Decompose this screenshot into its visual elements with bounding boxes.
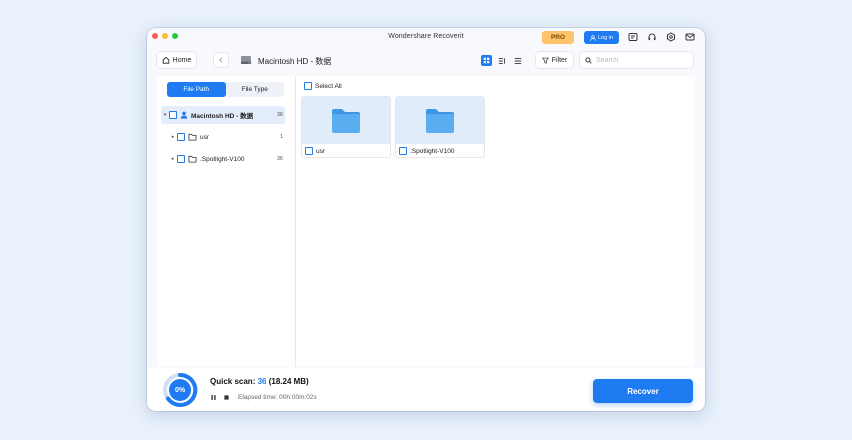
scan-status: Quick scan: 36 (18.24 MB) <box>210 377 309 386</box>
user-icon <box>590 34 596 41</box>
checkbox[interactable] <box>177 133 185 141</box>
app-title: Wondershare Recoverit <box>388 33 464 40</box>
pause-icon[interactable] <box>210 394 217 401</box>
pro-badge[interactable]: PRO <box>542 31 574 44</box>
scan-footer: 0% Quick scan: 36 (18.24 MB) Elapsed tim… <box>147 368 705 411</box>
tree-item-count: 1 <box>279 134 283 140</box>
tree-item-count: 36 <box>276 112 283 118</box>
expand-arrow-icon[interactable]: ▸ <box>169 156 177 162</box>
stop-icon[interactable] <box>223 394 230 401</box>
sidebar-tabs: File Path File Type <box>167 82 284 97</box>
filter-button[interactable]: Filter <box>536 52 573 68</box>
app-window: Wondershare Recoverit PRO Log in Home Ma… <box>147 28 705 411</box>
scan-prefix: Quick scan: <box>210 377 258 386</box>
mail-icon[interactable] <box>685 32 695 42</box>
checkbox[interactable] <box>177 155 185 163</box>
progress-percent: 0% <box>174 386 186 394</box>
recover-button[interactable]: Recover <box>593 379 693 403</box>
filter-icon <box>541 57 549 64</box>
folder-icon <box>332 108 360 133</box>
list-view-icon <box>514 57 521 64</box>
expand-arrow-icon[interactable]: ▾ <box>161 112 169 118</box>
settings-icon[interactable] <box>666 32 676 42</box>
filter-label: Filter <box>551 56 568 64</box>
login-label: Log in <box>598 34 613 41</box>
login-button[interactable]: Log in <box>584 31 619 44</box>
elapsed-time: Elapsed time: 00h:00m:02s <box>238 394 317 401</box>
content-area: File Path File Type ▾ Macintosh HD - 数据 … <box>157 76 695 367</box>
tree-item-macintosh-hd[interactable]: ▾ Macintosh HD - 数据 36 <box>161 106 285 124</box>
file-card-name: .Spotlight-V100 <box>399 147 454 155</box>
folder-outline-icon <box>188 133 197 141</box>
breadcrumb: Macintosh HD - 数据 <box>258 57 332 66</box>
toolbar: Home Macintosh HD - 数据 Filter <box>147 52 705 70</box>
folder-thumbnail <box>396 97 484 144</box>
detail-view-icon <box>498 57 505 64</box>
search-input[interactable] <box>596 56 686 64</box>
sidebar: File Path File Type ▾ Macintosh HD - 数据 … <box>157 76 296 367</box>
home-icon <box>162 56 169 64</box>
search-icon <box>585 56 592 64</box>
select-all-checkbox[interactable] <box>304 82 312 90</box>
home-button[interactable]: Home <box>157 52 196 68</box>
file-card-usr[interactable]: usr <box>301 96 391 158</box>
folder-outline-icon <box>188 155 197 163</box>
file-grid: Select All usr .Spotlight-V100 <box>296 76 695 367</box>
feedback-icon[interactable] <box>628 32 638 42</box>
select-all-label: Select All <box>315 82 342 90</box>
file-card-spotlight[interactable]: .Spotlight-V100 <box>395 96 485 158</box>
list-view-button[interactable] <box>512 55 523 66</box>
expand-arrow-icon[interactable]: ▸ <box>169 134 177 140</box>
file-card-name: usr <box>305 147 325 155</box>
scan-size: (18.24 MB) <box>266 377 309 386</box>
hard-drive-icon <box>241 56 251 64</box>
support-headset-icon[interactable] <box>647 32 657 42</box>
grid-view-button[interactable] <box>481 55 492 66</box>
tree-item-label: Macintosh HD - 数据 <box>191 113 254 120</box>
folder-thumbnail <box>302 97 390 144</box>
back-button[interactable] <box>214 53 228 67</box>
checkbox[interactable] <box>169 111 177 119</box>
tree-item-spotlight[interactable]: ▸ .Spotlight-V100 36 <box>161 150 285 168</box>
search-box[interactable] <box>580 52 693 68</box>
tree-item-label: .Spotlight-V100 <box>200 155 245 163</box>
tab-file-type[interactable]: File Type <box>226 82 285 97</box>
select-all[interactable]: Select All <box>304 82 342 90</box>
tab-file-path[interactable]: File Path <box>167 82 226 97</box>
tree-item-usr[interactable]: ▸ usr 1 <box>161 128 285 146</box>
file-name: usr <box>316 147 326 155</box>
tree-item-label: usr <box>200 133 210 141</box>
grid-view-icon <box>483 57 490 64</box>
user-drive-icon <box>180 111 188 119</box>
checkbox[interactable] <box>305 147 313 155</box>
folder-icon <box>426 108 454 133</box>
home-label: Home <box>172 56 192 64</box>
tree-item-count: 36 <box>276 156 283 162</box>
file-name: .Spotlight-V100 <box>410 147 455 155</box>
checkbox[interactable] <box>399 147 407 155</box>
title-bar: Wondershare Recoverit PRO Log in <box>147 28 705 46</box>
detail-view-button[interactable] <box>496 55 507 66</box>
chevron-left-icon <box>219 57 223 63</box>
